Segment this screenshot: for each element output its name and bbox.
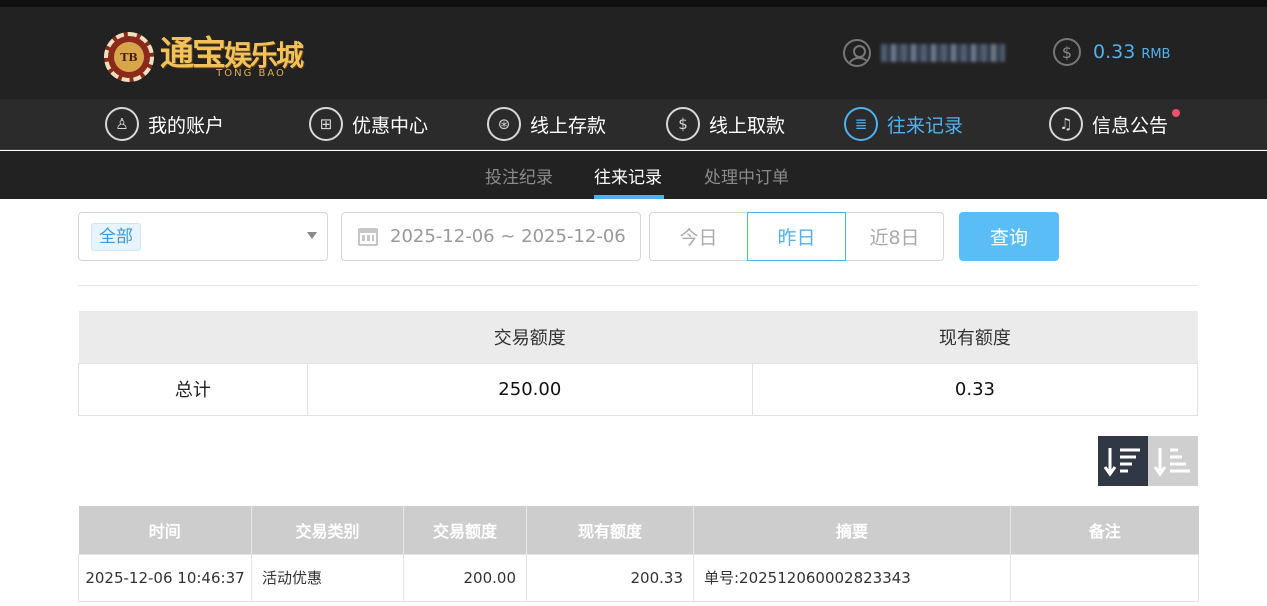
sub-nav: 投注纪录 往来记录 处理中订单	[0, 151, 1267, 199]
subnav-pending-orders[interactable]: 处理中订单	[704, 163, 789, 188]
notification-dot	[1172, 109, 1181, 117]
cell-balance: 200.33	[526, 553, 694, 602]
user-info[interactable]	[843, 39, 1005, 67]
sort-asc-button[interactable]	[1148, 436, 1198, 486]
nav-label: 我的账户	[148, 114, 225, 137]
nav-label: 往来记录	[887, 114, 964, 137]
summary-header-transaction: 交易额度	[493, 327, 566, 349]
logo-en: TONG BAO	[216, 67, 286, 79]
logo-cn-main: 通宝	[160, 33, 226, 74]
nav-label: 优惠中心	[352, 114, 429, 137]
nav-announcements[interactable]: ♫ 信息公告	[1049, 107, 1181, 141]
cell-note	[1010, 553, 1199, 602]
records-icon: ≣	[844, 107, 878, 141]
user-circle-icon: ♙	[105, 107, 139, 141]
quick-8days-button[interactable]: 近8日	[845, 212, 944, 261]
col-header-type[interactable]: 交易类别	[251, 506, 404, 554]
deposit-icon: ⊛	[487, 107, 521, 141]
col-header-summary[interactable]: 摘要	[693, 506, 1011, 554]
date-range-picker[interactable]: 2025-12-06 ~ 2025-12-06	[341, 212, 641, 261]
table-row: 2025-12-06 10:46:37 活动优惠 200.00 200.33 单…	[78, 553, 1199, 602]
nav-my-account[interactable]: ♙ 我的账户	[105, 107, 224, 141]
selected-type-tag: 全部	[91, 223, 141, 251]
logo-chip-icon: TB	[104, 32, 154, 82]
summary-total-label: 总计	[78, 362, 308, 416]
calendar-icon	[358, 227, 378, 246]
cell-amount: 200.00	[403, 553, 527, 602]
query-button[interactable]: 查询	[959, 212, 1059, 261]
summary-row: 总计 250.00 0.33	[78, 362, 1199, 416]
sort-asc-icon	[1153, 448, 1190, 477]
date-range-value: 2025-12-06 ~ 2025-12-06	[390, 226, 626, 247]
nav-label: 线上取款	[709, 114, 786, 137]
summary-header-current: 现有额度	[938, 327, 1011, 349]
site-logo[interactable]: TB 通宝娱乐城 TONG BAO	[104, 29, 304, 85]
nav-label: 线上存款	[530, 114, 607, 137]
transaction-type-select[interactable]: 全部	[78, 212, 328, 261]
nav-deposit[interactable]: ⊛ 线上存款	[487, 107, 606, 141]
summary-current-amount: 0.33	[751, 362, 1199, 416]
summary-header-blank	[79, 311, 308, 363]
dollar-coin-icon: $	[1053, 38, 1081, 66]
logo-text: 通宝娱乐城 TONG BAO	[160, 33, 304, 79]
col-header-balance[interactable]: 现有额度	[526, 506, 694, 554]
summary-transaction-amount: 250.00	[306, 362, 753, 416]
balance-info: $ 0.33 RMB	[1053, 38, 1170, 66]
quick-yesterday-button[interactable]: 昨日	[747, 212, 846, 261]
subnav-active-indicator	[594, 195, 664, 199]
main-nav: ♙ 我的账户 ⊞ 优惠中心 ⊛ 线上存款 $ 线上取款 ≣ 往来记录 ♫ 信息公…	[0, 99, 1267, 150]
col-header-time[interactable]: 时间	[78, 506, 252, 554]
bell-icon: ♫	[1049, 107, 1083, 141]
username-redacted	[881, 44, 1005, 62]
records-table: 时间 交易类别 交易额度 现有额度 摘要 备注 2025-12-06 10:46…	[78, 506, 1199, 602]
cell-summary: 单号:202512060002823343	[693, 553, 1011, 602]
top-strip	[0, 0, 1267, 7]
divider	[78, 285, 1198, 286]
quick-date-group: 今日 昨日 近8日	[649, 212, 947, 261]
sort-desc-icon	[1103, 448, 1140, 477]
summary-table: 交易额度 现有额度 总计 250.00 0.33	[78, 311, 1199, 416]
col-header-amount[interactable]: 交易额度	[403, 506, 527, 554]
cell-type: 活动优惠	[251, 553, 404, 602]
user-icon	[843, 39, 871, 67]
balance-currency: RMB	[1141, 46, 1171, 62]
withdraw-icon: $	[666, 107, 700, 141]
nav-promotions[interactable]: ⊞ 优惠中心	[309, 107, 428, 141]
nav-label: 信息公告	[1092, 114, 1169, 137]
cell-time: 2025-12-06 10:46:37	[78, 553, 252, 602]
chevron-down-icon	[307, 232, 317, 239]
site-header: TB 通宝娱乐城 TONG BAO $ 0.33 RMB	[0, 7, 1267, 99]
quick-today-button[interactable]: 今日	[649, 212, 748, 261]
nav-records[interactable]: ≣ 往来记录	[844, 107, 963, 141]
sort-desc-button[interactable]	[1098, 436, 1148, 486]
col-header-note[interactable]: 备注	[1010, 506, 1199, 554]
nav-withdraw[interactable]: $ 线上取款	[666, 107, 785, 141]
subnav-bet-records[interactable]: 投注纪录	[485, 163, 553, 188]
balance-value: 0.33	[1093, 41, 1136, 63]
gift-icon: ⊞	[309, 107, 343, 141]
subnav-transaction-records[interactable]: 往来记录	[594, 163, 662, 188]
